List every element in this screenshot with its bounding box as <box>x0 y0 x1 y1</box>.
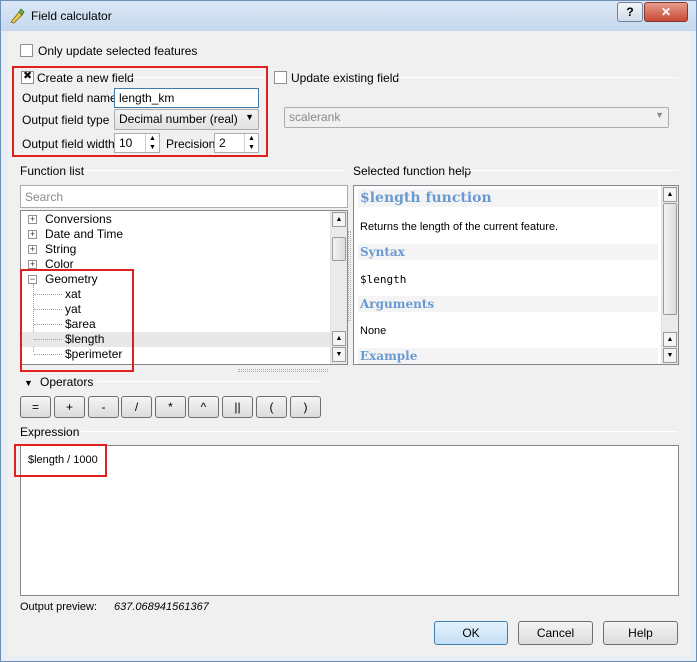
function-help-pane: $length function Returns the length of t… <box>353 185 679 365</box>
close-button[interactable]: ✕ <box>644 2 688 22</box>
tree-group-label: String <box>45 242 77 256</box>
splitter-handle[interactable] <box>348 231 351 321</box>
dialog-body: Only update selected features Create a n… <box>8 31 690 656</box>
scroll-down-icon[interactable]: ▼ <box>332 347 346 362</box>
scroll-thumb[interactable] <box>663 203 677 315</box>
operator-minus-button[interactable]: - <box>88 396 119 418</box>
tree-group-string[interactable]: + String <box>21 242 331 257</box>
tree-group-conversions[interactable]: + Conversions <box>21 212 331 227</box>
operator-multiply-button[interactable]: * <box>155 396 186 418</box>
highlight-geometry <box>20 269 134 372</box>
ok-button[interactable]: OK <box>434 621 508 645</box>
operator-power-button[interactable]: ^ <box>188 396 219 418</box>
operator-close-paren-button[interactable]: ) <box>290 396 321 418</box>
window-title: Field calculator <box>31 9 112 23</box>
help-button[interactable]: Help <box>603 621 678 645</box>
operator-plus-button[interactable]: + <box>54 396 85 418</box>
update-existing-group-line <box>394 77 678 78</box>
help-syntax-heading: Syntax <box>358 244 658 260</box>
function-search-input[interactable]: Search <box>20 185 348 208</box>
expand-icon[interactable]: + <box>28 260 37 269</box>
only-selected-label: Only update selected features <box>38 44 198 58</box>
highlight-create-field <box>12 66 268 157</box>
update-existing-label: Update existing field <box>291 71 400 85</box>
operator-concat-button[interactable]: || <box>222 396 253 418</box>
scroll-up-icon[interactable]: ▲ <box>663 187 677 202</box>
function-help-label: Selected function help <box>353 164 472 178</box>
splitter-handle[interactable] <box>238 369 328 372</box>
field-calculator-window: Field calculator ? ✕ Only update selecte… <box>0 0 697 662</box>
existing-field-combo[interactable]: scalerank ▼ <box>284 107 669 128</box>
help-example-heading: Example <box>358 348 658 364</box>
output-preview-value: 637.068941561367 <box>114 601 209 613</box>
tree-group-label: Conversions <box>45 212 112 226</box>
expand-icon[interactable]: + <box>28 230 37 239</box>
operator-open-paren-button[interactable]: ( <box>256 396 287 418</box>
help-title-button[interactable]: ? <box>617 2 643 22</box>
output-preview-label: Output preview: <box>20 601 98 613</box>
help-syntax: $length <box>360 273 407 286</box>
function-help-group-line <box>464 170 678 171</box>
scroll-up-icon[interactable]: ▲ <box>332 331 346 346</box>
scroll-thumb[interactable] <box>332 237 346 261</box>
chevron-down-icon: ▼ <box>655 110 664 120</box>
expression-editor[interactable]: $length / 1000 <box>20 445 679 596</box>
function-list-label: Function list <box>20 164 85 178</box>
existing-field-value: scalerank <box>289 110 341 124</box>
operators-group-line <box>97 381 319 382</box>
tree-group-label: Date and Time <box>45 227 124 241</box>
expression-group-line <box>81 431 678 432</box>
operator-equals-button[interactable]: = <box>20 396 51 418</box>
scroll-down-icon[interactable]: ▼ <box>663 348 677 363</box>
operator-divide-button[interactable]: / <box>121 396 152 418</box>
expand-icon[interactable]: + <box>28 245 37 254</box>
function-list-group-line <box>84 170 346 171</box>
cancel-button[interactable]: Cancel <box>518 621 593 645</box>
tree-group-date-time[interactable]: + Date and Time <box>21 227 331 242</box>
operators-label: Operators <box>40 375 94 389</box>
help-arguments-heading: Arguments <box>358 296 658 312</box>
function-tree-scrollbar[interactable]: ▲ ▲ ▼ <box>330 211 347 364</box>
expand-icon[interactable]: + <box>28 215 37 224</box>
operators-toolbar: = + - / * ^ || ( ) <box>20 396 330 420</box>
title-bar: Field calculator ? ✕ <box>1 1 696 31</box>
expression-label: Expression <box>20 425 80 439</box>
help-title: $length function <box>358 189 658 207</box>
update-existing-checkbox[interactable] <box>274 71 287 84</box>
only-selected-checkbox[interactable] <box>20 44 33 57</box>
help-scrollbar[interactable]: ▲ ▲ ▼ <box>661 186 678 364</box>
highlight-expression <box>14 444 107 477</box>
help-description: Returns the length of the current featur… <box>360 221 559 233</box>
scroll-up-icon[interactable]: ▲ <box>663 332 677 347</box>
collapse-arrow-icon[interactable]: ▼ <box>24 378 33 388</box>
help-arguments: None <box>360 325 387 337</box>
field-calculator-icon <box>10 8 25 24</box>
scroll-up-icon[interactable]: ▲ <box>332 212 346 227</box>
